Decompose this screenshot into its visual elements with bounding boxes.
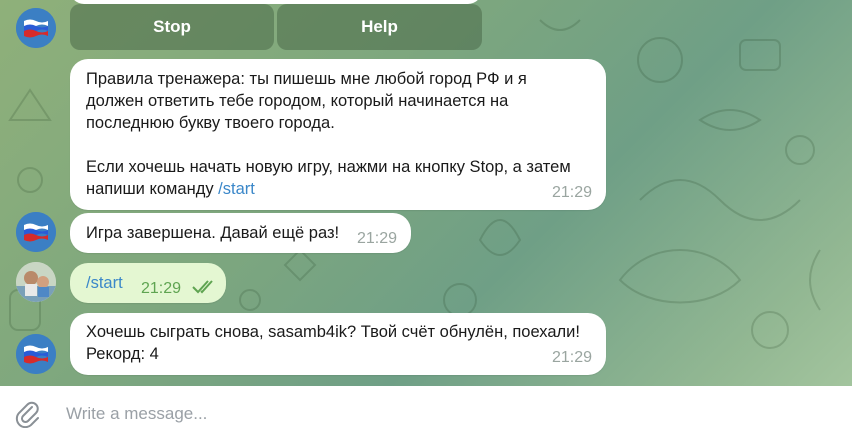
- message-time: 21:29: [357, 230, 398, 247]
- message-time: 21:29: [551, 184, 592, 201]
- bot-avatar[interactable]: [16, 212, 56, 252]
- message-line: Если хочешь начать новую игру, нажми на …: [86, 158, 571, 176]
- message-line-prefix: напиши команду: [86, 180, 219, 198]
- user-avatar[interactable]: [16, 262, 56, 302]
- user-photo-icon: [16, 262, 56, 302]
- bot-avatar[interactable]: [16, 8, 56, 48]
- message-text: Хочешь сыграть снова, sasamb4ik? Твой сч…: [86, 321, 580, 365]
- message-line: Хочешь сыграть снова, sasamb4ik? Твой сч…: [86, 323, 580, 341]
- bot-avatar[interactable]: [16, 334, 56, 374]
- help-button[interactable]: Help: [277, 4, 482, 50]
- stop-button[interactable]: Stop: [70, 4, 274, 50]
- bot-message-play-again: Хочешь сыграть снова, sasamb4ik? Твой сч…: [70, 313, 606, 375]
- message-composer: [0, 386, 852, 439]
- start-command-link[interactable]: /start: [86, 272, 123, 294]
- message-line: последнюю букву твоего города.: [86, 114, 335, 132]
- message-text: Игра завершена. Давай ещё раз!: [86, 224, 340, 242]
- message-line: Правила тренажера: ты пишешь мне любой г…: [86, 70, 527, 88]
- message-line: должен ответить тебе городом, который на…: [86, 92, 509, 110]
- stop-button-label: Stop: [153, 17, 191, 36]
- help-button-label: Help: [361, 17, 398, 36]
- paperclip-icon[interactable]: [14, 400, 42, 428]
- bot-message-game-over: Игра завершена. Давай ещё раз! 21:29: [70, 213, 411, 253]
- message-time: 21:29: [551, 349, 592, 366]
- russian-flag-icon: [16, 8, 56, 48]
- russian-flag-icon: [16, 334, 56, 374]
- bot-message-rules: Правила тренажера: ты пишешь мне любой г…: [70, 59, 606, 210]
- message-line: Рекорд: 4: [86, 345, 159, 363]
- russian-flag-icon: [16, 212, 56, 252]
- message-time: 21:29: [141, 280, 182, 297]
- user-message-start: /start 21:29: [70, 263, 226, 303]
- start-command-link[interactable]: /start: [218, 180, 255, 198]
- double-check-icon: [192, 280, 213, 294]
- message-input[interactable]: [64, 400, 828, 428]
- message-text: Правила тренажера: ты пишешь мне любой г…: [86, 68, 571, 200]
- message-line: напиши команду /start: [86, 178, 571, 200]
